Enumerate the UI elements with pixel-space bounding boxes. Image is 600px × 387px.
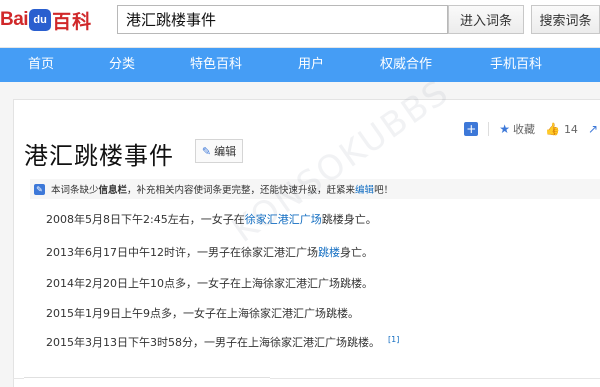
favorite-label[interactable]: 收藏 — [513, 121, 535, 137]
nav-item-authority[interactable]: 权威合作 — [352, 48, 460, 82]
paragraph-text: 2008年5月8日下午2:45左右，一女子在 — [46, 213, 245, 226]
nav-item-category[interactable]: 分类 — [82, 48, 162, 82]
nav-item-home[interactable]: 首页 — [0, 48, 82, 82]
enter-entry-button[interactable]: 进入词条 — [448, 5, 524, 34]
main-nav: 首页 分类 特色百科 用户 权威合作 手机百科 — [0, 48, 600, 82]
paragraph-text: 2015年3月13日下午3时58分，一男子在上海徐家汇港汇广场跳楼。 — [46, 336, 380, 349]
baidu-baike-logo[interactable]: Bai du 百科 — [0, 8, 93, 33]
bottom-tab-outline — [24, 377, 270, 380]
star-icon[interactable]: ★ — [499, 122, 510, 136]
nav-item-mobile[interactable]: 手机百科 — [460, 48, 572, 82]
edit-notice-icon: ✎ — [34, 183, 45, 195]
logo-bai: Bai — [0, 9, 29, 30]
paragraph-text: 跳楼身亡。 — [321, 213, 377, 226]
notice-text-3: 吧！ — [374, 185, 394, 196]
logo-baike: 百科 — [52, 10, 93, 33]
edit-button[interactable]: ✎ 编辑 — [195, 139, 243, 163]
paragraph-text: 2013年6月17日中午12时许，一男子在徐家汇港汇广场 — [46, 246, 318, 259]
paragraph: 2014年2月20日上午10点多，一女子在上海徐家汇港汇广场跳楼。 — [46, 275, 373, 291]
paragraph: 2008年5月8日下午2:45左右，一女子在徐家汇港汇广场跳楼身亡。 — [46, 211, 377, 227]
paragraph: 2013年6月17日中午12时许，一男子在徐家汇港汇广场跳楼身亡。 — [46, 244, 373, 260]
nav-item-featured[interactable]: 特色百科 — [162, 48, 270, 82]
share-icon[interactable]: ↗ — [588, 122, 598, 136]
search-input[interactable] — [117, 5, 448, 34]
paw-icon: du — [29, 9, 52, 31]
paragraph: 2015年1月9日上午9点多，一女子在上海徐家汇港汇广场跳楼。 — [46, 305, 359, 321]
top-header: Bai du 百科 进入词条 搜索词条 — [0, 0, 600, 48]
add-icon[interactable]: + — [464, 122, 479, 136]
notice-bold: 信息栏 — [98, 185, 128, 196]
paragraph: 2015年3月13日下午3时58分，一男子在上海徐家汇港汇广场跳楼。 [1] — [46, 334, 399, 350]
entry-toolbar: + ★ 收藏 👍 14 ↗ — [464, 120, 600, 138]
thumbs-up-icon[interactable]: 👍 — [545, 122, 560, 136]
paragraph-text: 2014年2月20日上午10点多，一女子在上海徐家汇港汇广场跳楼。 — [46, 277, 373, 290]
page-title: 港汇跳楼事件 — [24, 142, 174, 170]
notice-edit-link[interactable]: 编辑 — [355, 182, 374, 196]
paragraph-text: 身亡。 — [340, 246, 373, 259]
toolbar-divider — [488, 122, 490, 136]
pencil-icon: ✎ — [201, 144, 212, 158]
paragraph-link[interactable]: 跳楼 — [318, 246, 340, 259]
like-count: 14 — [563, 122, 578, 136]
paragraph-text: 2015年1月9日上午9点多，一女子在上海徐家汇港汇广场跳楼。 — [46, 307, 359, 320]
search-entry-button[interactable]: 搜索词条 — [531, 5, 600, 34]
notice-text-1: 本词条缺少 — [51, 185, 99, 196]
edit-label: 编辑 — [214, 145, 237, 158]
nav-item-user[interactable]: 用户 — [270, 48, 352, 82]
reference-link[interactable]: [1] — [388, 335, 399, 344]
